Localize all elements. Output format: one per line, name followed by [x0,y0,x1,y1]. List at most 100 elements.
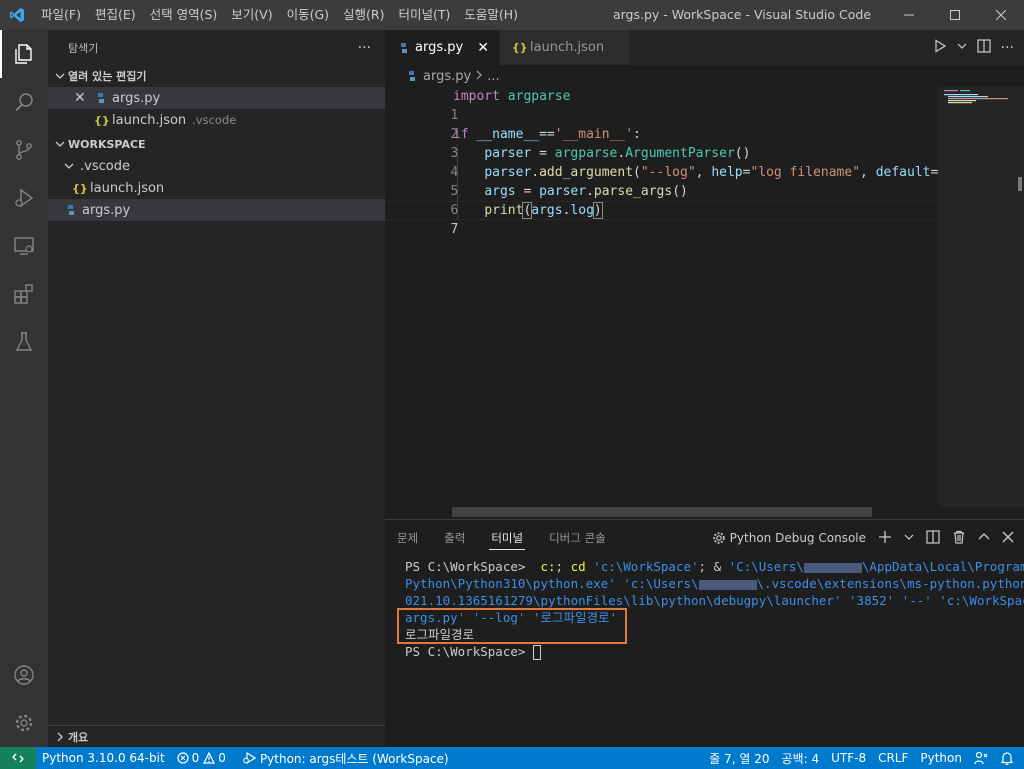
tab-launch-json[interactable]: {} launch.json [499,30,630,65]
terminal-string: 'c:\Users\ [615,576,699,591]
breadcrumb-file[interactable]: args.py [423,69,471,84]
code-line: 5 parser.add_argument("--log", help="log… [385,163,938,199]
tab-problems[interactable]: 문제 [397,520,418,556]
token: "log filename" [750,165,861,180]
tab-terminal[interactable]: 터미널 [489,520,525,556]
problems-indicator[interactable]: 0 0 [171,747,232,769]
editor-more-button[interactable]: ··· [1001,40,1014,56]
encoding[interactable]: UTF-8 [825,747,872,769]
kill-terminal-button[interactable] [952,530,966,547]
open-editors-header[interactable]: 열려 있는 편집기 [48,65,385,87]
remote-indicator[interactable] [0,747,36,769]
open-editor-item-args[interactable]: ✕ args.py [48,87,385,109]
menu-file[interactable]: 파일(F) [34,0,88,30]
error-count: 0 [191,751,200,765]
token: = [515,184,540,199]
terminal-command: c: [532,559,556,574]
menu-view[interactable]: 보기(V) [224,0,279,30]
menu-go[interactable]: 이동(G) [280,0,336,30]
more-actions-button[interactable]: ··· [358,40,371,56]
activity-testing[interactable] [0,318,48,366]
token: help [711,165,743,180]
activity-search[interactable] [0,78,48,126]
maximize-panel-button[interactable] [978,531,990,546]
token: parser [484,146,532,161]
activity-account[interactable] [0,651,48,699]
activity-explorer[interactable] [0,30,48,78]
menu-selection[interactable]: 선택 영역(S) [143,0,225,30]
split-terminal-button[interactable] [926,529,940,547]
chevron-down-icon [904,534,914,540]
maximize-button[interactable] [932,0,978,30]
vertical-scrollbar-thumb[interactable] [1018,177,1022,191]
terminal-selector[interactable]: Python Debug Console [712,531,866,545]
menu-terminal[interactable]: 터미널(T) [392,0,458,30]
annotation-highlight-box [397,608,627,644]
indentation[interactable]: 공백: 4 [776,747,826,769]
close-tab-icon[interactable]: ✕ [477,40,489,56]
minimize-button[interactable] [886,0,932,30]
close-window-button[interactable] [978,0,1024,30]
language-mode[interactable]: Python [914,747,968,769]
close-icon [1002,531,1014,542]
activity-bottom [0,651,48,747]
activity-run-debug[interactable] [0,174,48,222]
breadcrumb-symbols[interactable]: ... [487,69,499,84]
chevron-right-icon [475,69,483,84]
workspace-header[interactable]: WORKSPACE [48,133,385,155]
tab-debug-console[interactable]: 디버그 콘솔 [549,520,606,556]
code-editor[interactable]: 1 import argparse 2 3 if __name__=='__ma… [385,87,938,507]
menu-run[interactable]: 실행(R) [336,0,391,30]
horizontal-scrollbar[interactable] [452,507,872,517]
warning-count: 0 [218,751,226,765]
activity-remote-explorer[interactable] [0,222,48,270]
terminal-dropdown-button[interactable] [904,531,914,545]
token: ArgumentParser [625,146,735,161]
token: parse_args [593,184,673,199]
maximize-icon [950,10,960,20]
debug-gear-icon [712,532,725,544]
extensions-icon [14,284,33,304]
split-editor-button[interactable] [977,38,991,57]
editor-tabs: args.py ✕ {} launch.json ··· [385,30,1024,65]
activity-extensions[interactable] [0,270,48,318]
folder-vscode[interactable]: .vscode [48,155,385,177]
redacted-username [698,579,757,590]
debug-configuration[interactable]: Python: args테스트 (WorkSpace) [236,747,455,769]
close-panel-button[interactable] [1002,531,1014,546]
menu-edit[interactable]: 편집(E) [88,0,143,30]
new-terminal-button[interactable] [878,530,892,547]
open-editor-label: args.py [112,90,161,106]
tab-output[interactable]: 출력 [444,520,465,556]
file-args-py[interactable]: args.py [48,199,385,221]
search-icon [15,93,33,112]
minimap-slider[interactable] [938,87,1024,507]
run-dropdown-button[interactable] [957,40,967,55]
activity-source-control[interactable] [0,126,48,174]
minimap-preview [944,90,1008,104]
file-launch-json[interactable]: {} launch.json [48,177,385,199]
python-interpreter[interactable]: Python 3.10.0 64-bit [36,747,171,769]
file-label: args.py [82,202,131,218]
run-debug-icon [15,188,34,208]
account-icon [14,665,34,685]
run-python-button[interactable] [933,38,947,57]
tab-args-py[interactable]: args.py ✕ [385,30,500,65]
cursor-position[interactable]: 줄 7, 열 20 [703,747,775,769]
token: args [531,203,563,218]
outline-header[interactable]: 개요 [48,725,385,747]
notifications-button[interactable] [994,747,1024,769]
end-of-line[interactable]: CRLF [872,747,914,769]
outline-label: 개요 [68,730,89,744]
menu-help[interactable]: 도움말(H) [457,0,525,30]
activity-bar [0,30,48,747]
minimap[interactable] [938,87,1024,507]
close-icon[interactable]: ✕ [74,90,90,106]
terminal-cursor [532,645,541,660]
token: add_argument [539,165,634,180]
activity-manage[interactable] [0,699,48,747]
open-editor-item-launch[interactable]: {} launch.json .vscode [48,109,385,131]
feedback-button[interactable] [968,747,994,769]
line-number: 7 [450,222,459,237]
python-file-icon [405,70,419,82]
